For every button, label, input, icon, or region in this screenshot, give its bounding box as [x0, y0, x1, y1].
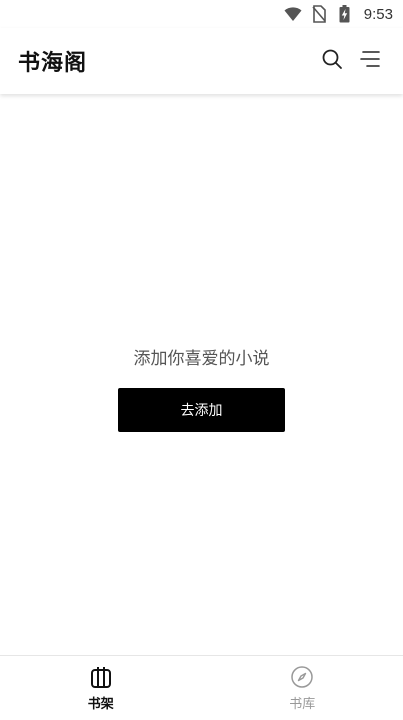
go-add-button[interactable]: 去添加 [118, 388, 285, 432]
search-icon [321, 48, 343, 74]
empty-message: 添加你喜爱的小说 [133, 349, 270, 369]
compass-icon [289, 664, 315, 690]
bookshelf-empty-state: 添加你喜爱的小说 去添加 [0, 94, 403, 656]
nav-item-library[interactable]: 书库 [202, 656, 403, 720]
no-sim-icon [310, 5, 328, 23]
bottom-nav: 书架 书库 [0, 655, 403, 720]
wifi-icon [284, 5, 302, 23]
app-title: 书海阁 [18, 51, 88, 76]
nav-label-bookshelf: 书架 [87, 697, 114, 712]
status-bar: 9:53 [0, 0, 403, 28]
status-time: 9:53 [363, 5, 393, 23]
nav-label-library: 书库 [289, 697, 316, 712]
app-bar: 书海阁 [0, 28, 403, 94]
menu-icon [359, 49, 381, 73]
bookshelf-icon [88, 664, 114, 690]
nav-item-bookshelf[interactable]: 书架 [0, 656, 202, 720]
search-button[interactable] [313, 42, 351, 80]
battery-charging-icon [336, 5, 354, 23]
menu-button[interactable] [351, 42, 389, 80]
